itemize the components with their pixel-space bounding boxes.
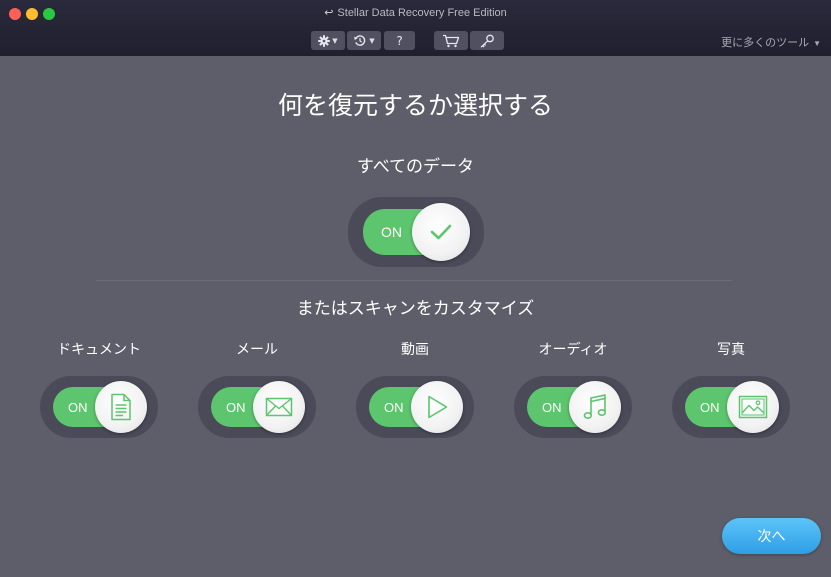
play-icon — [428, 395, 448, 419]
toggle-on-label: ON — [68, 400, 88, 415]
checkmark-icon — [430, 224, 452, 240]
title-bar: ↩ Stellar Data Recovery Free Edition ▼ ▼… — [0, 0, 831, 56]
toggle-on-label: ON — [542, 400, 562, 415]
customize-scan-heading: またはスキャンをカスタマイズ — [296, 299, 535, 319]
help-button[interactable]: ? — [384, 31, 415, 50]
activation-key-button[interactable] — [470, 31, 504, 50]
toggle-knob — [569, 381, 621, 433]
toggle-knob — [253, 381, 305, 433]
category-label-mail: メール — [236, 342, 278, 358]
section-divider — [96, 280, 732, 281]
help-icon: ? — [396, 33, 403, 48]
toggle-knob — [727, 381, 779, 433]
toggle-on-label: ON — [226, 400, 246, 415]
next-button[interactable]: 次へ — [722, 518, 821, 554]
mail-toggle[interactable]: ON — [198, 376, 316, 438]
category-label-documents: ドキュメント — [57, 342, 141, 358]
all-data-label: すべてのデータ — [356, 157, 475, 177]
history-icon — [354, 35, 366, 46]
key-icon — [480, 34, 494, 48]
gear-icon — [318, 34, 331, 47]
documents-toggle[interactable]: ON — [40, 376, 158, 438]
music-note-icon — [583, 394, 606, 419]
more-tools-label: 更に多くのツール — [721, 37, 810, 49]
window-title: ↩ Stellar Data Recovery Free Edition — [0, 6, 831, 19]
chevron-down-icon: ▼ — [369, 36, 375, 45]
chevron-down-icon: ▼ — [813, 39, 821, 48]
settings-button[interactable]: ▼ — [311, 31, 345, 50]
toggle-on-label: ON — [381, 224, 402, 240]
toggle-knob — [95, 381, 147, 433]
window-title-text: Stellar Data Recovery Free Edition — [337, 7, 507, 19]
cart-button[interactable] — [434, 31, 468, 50]
document-icon — [111, 393, 131, 421]
toggle-knob — [411, 381, 463, 433]
page-title: 何を復元するか選択する — [277, 91, 553, 120]
toggle-knob — [412, 203, 470, 261]
category-label-video: 動画 — [401, 342, 429, 358]
toggle-on-label: ON — [384, 400, 404, 415]
cart-icon — [443, 34, 460, 47]
audio-toggle[interactable]: ON — [514, 376, 632, 438]
all-data-toggle[interactable]: ON — [348, 197, 484, 267]
history-button[interactable]: ▼ — [347, 31, 381, 50]
photo-toggle[interactable]: ON — [672, 376, 790, 438]
more-tools-menu[interactable]: 更に多くのツール ▼ — [721, 34, 821, 50]
toggle-on-label: ON — [700, 400, 720, 415]
back-arrow-icon: ↩ — [324, 7, 334, 19]
image-icon — [738, 395, 768, 419]
category-label-photo: 写真 — [717, 342, 745, 358]
chevron-down-icon: ▼ — [332, 36, 338, 45]
mail-icon — [265, 397, 293, 417]
category-label-audio: オーディオ — [538, 342, 608, 358]
video-toggle[interactable]: ON — [356, 376, 474, 438]
